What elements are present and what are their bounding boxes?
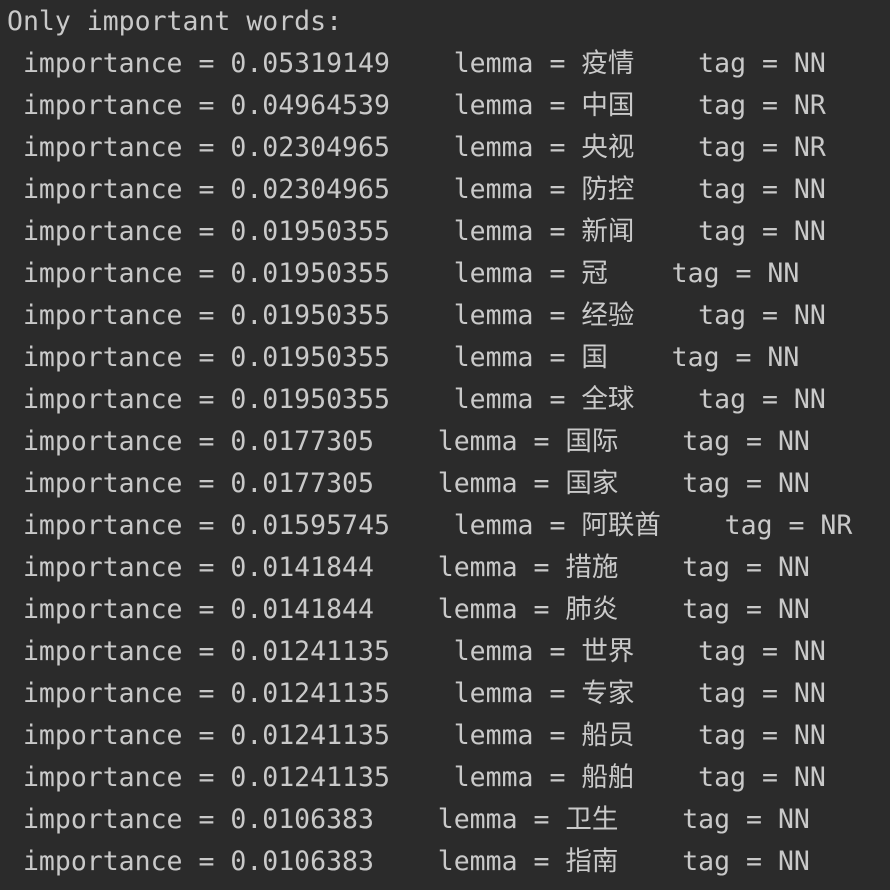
- output-line: importance = 0.01595745 lemma = 阿联酋 tag …: [7, 510, 853, 541]
- output-line: importance = 0.0177305 lemma = 国际 tag = …: [7, 426, 810, 457]
- output-line: importance = 0.01950355 lemma = 新闻 tag =…: [7, 216, 826, 247]
- output-line: importance = 0.02304965 lemma = 防控 tag =…: [7, 174, 826, 205]
- console-output[interactable]: Only important words: importance = 0.053…: [0, 1, 890, 890]
- output-line: importance = 0.01241135 lemma = 船舶 tag =…: [7, 762, 826, 793]
- output-line: importance = 0.04964539 lemma = 中国 tag =…: [7, 90, 826, 121]
- output-line: importance = 0.01241135 lemma = 船员 tag =…: [7, 720, 826, 751]
- output-line: importance = 0.0141844 lemma = 措施 tag = …: [7, 552, 810, 583]
- output-line: importance = 0.01241135 lemma = 世界 tag =…: [7, 636, 826, 667]
- output-header: Only important words:: [7, 6, 343, 37]
- output-line: importance = 0.02304965 lemma = 央视 tag =…: [7, 132, 826, 163]
- output-line: importance = 0.0141844 lemma = 肺炎 tag = …: [7, 594, 810, 625]
- output-line: importance = 0.01950355 lemma = 经验 tag =…: [7, 300, 826, 331]
- output-line: importance = 0.0106383 lemma = 指南 tag = …: [7, 846, 810, 877]
- output-line: importance = 0.01950355 lemma = 全球 tag =…: [7, 384, 826, 415]
- output-line: importance = 0.01950355 lemma = 冠 tag = …: [7, 258, 800, 289]
- output-line: importance = 0.01241135 lemma = 专家 tag =…: [7, 678, 826, 709]
- output-line: importance = 0.05319149 lemma = 疫情 tag =…: [7, 48, 826, 79]
- output-line: importance = 0.0177305 lemma = 国家 tag = …: [7, 468, 810, 499]
- output-line: importance = 0.01950355 lemma = 国 tag = …: [7, 342, 800, 373]
- output-line: importance = 0.0106383 lemma = 卫生 tag = …: [7, 804, 810, 835]
